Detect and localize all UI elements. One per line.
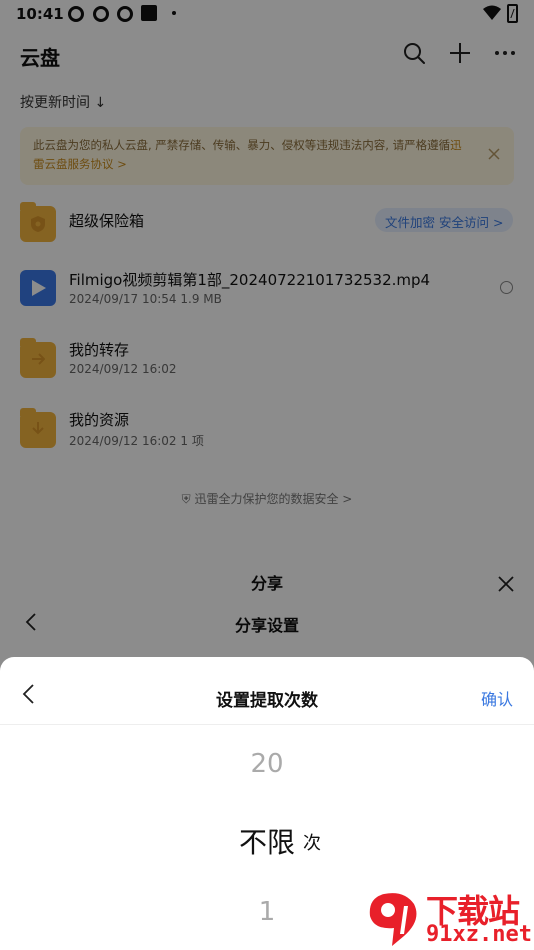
watermark: 下载站 91xz.net bbox=[364, 884, 534, 950]
picker-option[interactable]: 20 bbox=[0, 749, 534, 779]
confirm-button[interactable]: 确认 bbox=[481, 686, 513, 710]
picker-unit: 次 bbox=[303, 833, 321, 854]
watermark-logo-icon bbox=[369, 893, 417, 946]
divider bbox=[0, 724, 534, 725]
picker-selected-value: 不限 bbox=[238, 826, 295, 859]
sheet-title: 设置提取次数 bbox=[216, 691, 318, 711]
picker-selected-option[interactable]: 不限 次 bbox=[0, 821, 534, 861]
watermark-url: 91xz.net bbox=[426, 922, 532, 947]
